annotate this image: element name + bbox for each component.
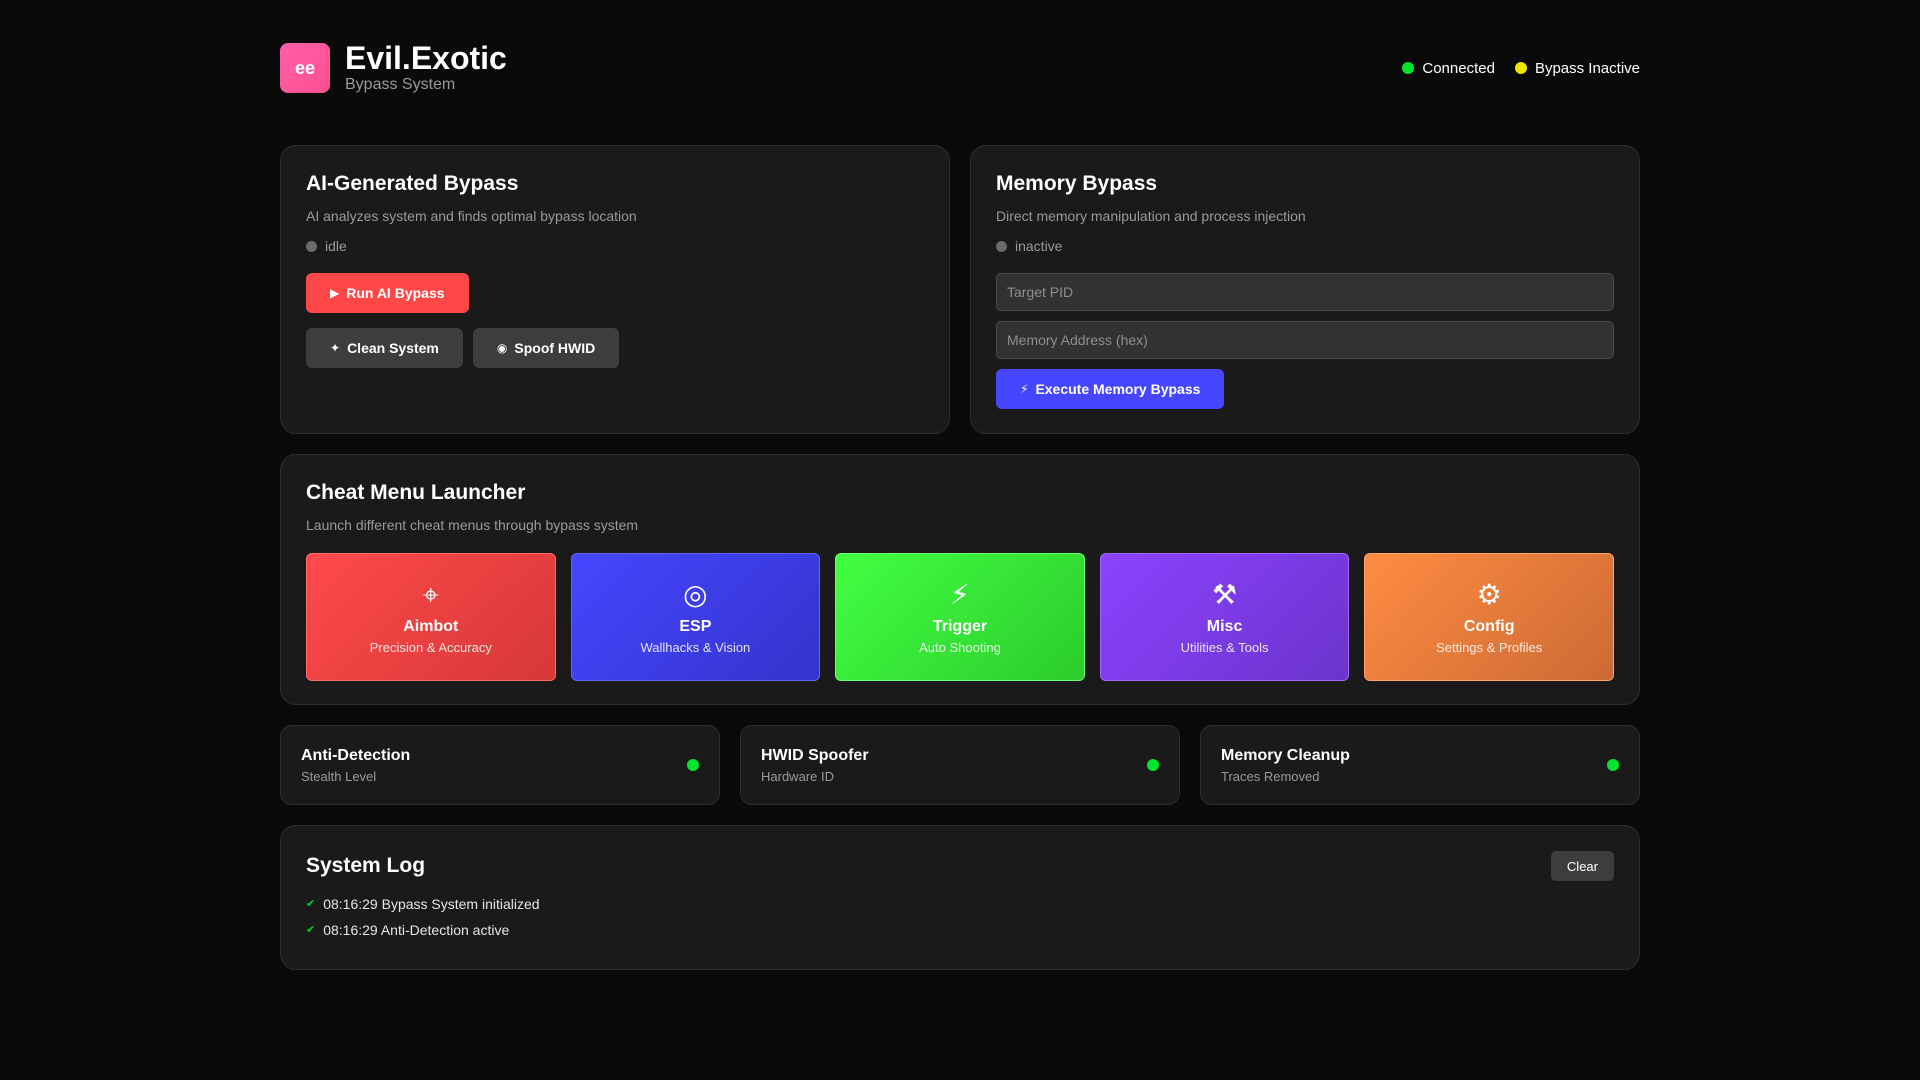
app-root: ee Evil.Exotic Bypass System Connected B… (0, 0, 1920, 1080)
memory-address-input[interactable] (996, 321, 1614, 359)
log-header: System Log Clear (306, 851, 1614, 881)
app-logo: ee (280, 43, 330, 93)
system-log-card: System Log Clear ✔ 08:16:29 Bypass Syste… (280, 825, 1640, 970)
tile-name: Trigger (932, 618, 988, 635)
feature-status-dot-icon (687, 759, 699, 771)
launcher-tiles: ⌖ Aimbot Precision & Accuracy ◎ ESP Wall… (306, 553, 1614, 681)
feature-title: Anti-Detection (301, 747, 411, 764)
spoof-hwid-button[interactable]: ◉ Spoof HWID (472, 328, 620, 368)
feature-subtitle: Hardware ID (761, 769, 834, 784)
log-entry: ✔ 08:16:29 Bypass System initialized (306, 891, 1614, 917)
status-bypass: Bypass Inactive (1514, 59, 1640, 77)
log-entry-text: 08:16:29 Anti-Detection active (323, 922, 510, 938)
feature-subtitle: Traces Removed (1221, 769, 1320, 784)
launch-misc-tile[interactable]: ⚒ Misc Utilities & Tools (1099, 553, 1350, 681)
card-title: AI-Generated Bypass (306, 172, 519, 195)
feature-status-dot-icon (1607, 759, 1619, 771)
feature-status-dot-icon (1147, 759, 1159, 771)
button-label: Execute Memory Bypass (1035, 381, 1201, 397)
tile-subtitle: Wallhacks & Vision (640, 640, 751, 655)
status-dot-icon (1514, 62, 1527, 74)
log-entries: ✔ 08:16:29 Bypass System initialized ✔ 0… (306, 891, 1614, 943)
memory-bypass-card: Memory Bypass Direct memory manipulation… (970, 145, 1640, 434)
fingerprint-icon: ◉ (496, 341, 508, 355)
tile-subtitle: Precision & Accuracy (369, 640, 492, 655)
state-dot-icon (996, 240, 1007, 252)
card-description: AI analyzes system and finds optimal byp… (306, 208, 637, 224)
anti-detection-status-card: Anti-Detection Stealth Level (280, 725, 720, 805)
launch-config-tile[interactable]: ⚙ Config Settings & Profiles (1364, 553, 1614, 681)
hwid-spoofer-status-card: HWID Spoofer Hardware ID (740, 725, 1180, 805)
feature-title: Memory Cleanup (1221, 747, 1350, 764)
card-title: System Log (306, 854, 426, 877)
launch-esp-tile[interactable]: ◎ ESP Wallhacks & Vision (570, 553, 821, 681)
ai-bypass-card: AI-Generated Bypass AI analyzes system a… (280, 145, 950, 434)
header: ee Evil.Exotic Bypass System Connected B… (280, 41, 1640, 95)
state-label: idle (325, 238, 347, 254)
wrench-icon: ⚒ (1212, 579, 1238, 610)
tile-name: Aimbot (403, 618, 459, 635)
tile-subtitle: Utilities & Tools (1180, 640, 1269, 655)
brand-text: Evil.Exotic Bypass System (345, 41, 507, 95)
cheat-menu-launcher-card: Cheat Menu Launcher Launch different che… (280, 454, 1640, 705)
clean-system-button[interactable]: ✦ Clean System (306, 328, 463, 368)
robot-icon: ▶ (330, 286, 340, 300)
tile-name: ESP (679, 618, 712, 635)
tile-name: Misc (1206, 618, 1243, 635)
status-label: Connected (1422, 59, 1495, 77)
memory-bypass-state: inactive (996, 238, 1614, 254)
primary-action-row: ▶ Run AI Bypass (306, 273, 924, 313)
button-label: Clean System (347, 340, 439, 356)
eye-icon: ◎ (683, 579, 708, 610)
tile-subtitle: Settings & Profiles (1436, 640, 1543, 655)
target-pid-input[interactable] (996, 273, 1614, 311)
launch-aimbot-tile[interactable]: ⌖ Aimbot Precision & Accuracy (306, 553, 556, 681)
ai-bypass-state: idle (306, 238, 924, 254)
card-description: Direct memory manipulation and process i… (996, 208, 1306, 224)
crosshair-icon: ⌖ (422, 579, 439, 610)
launch-trigger-tile[interactable]: ⚡ Trigger Auto Shooting (835, 553, 1085, 681)
button-label: Spoof HWID (514, 340, 596, 356)
status-dot-icon (1402, 62, 1415, 74)
card-description: Launch different cheat menus through byp… (306, 517, 639, 533)
feature-text: Anti-Detection Stealth Level (301, 746, 410, 784)
feature-text: HWID Spoofer Hardware ID (761, 746, 869, 784)
run-ai-bypass-button[interactable]: ▶ Run AI Bypass (306, 273, 469, 313)
tile-name: Config (1463, 618, 1515, 635)
broom-icon: ✦ (330, 341, 341, 355)
check-icon: ✔ (306, 898, 316, 910)
secondary-action-row: ✦ Clean System ◉ Spoof HWID (306, 328, 924, 368)
clear-log-button[interactable]: Clear (1550, 851, 1614, 881)
bolt-icon: ⚡ (1020, 382, 1029, 396)
card-title: Cheat Menu Launcher (306, 481, 526, 504)
card-title: Memory Bypass (996, 172, 1158, 195)
connection-status-group: Connected Bypass Inactive (1402, 60, 1640, 77)
feature-subtitle: Stealth Level (301, 769, 377, 784)
status-label: Bypass Inactive (1534, 59, 1640, 77)
feature-text: Memory Cleanup Traces Removed (1221, 746, 1350, 784)
check-icon: ✔ (306, 924, 316, 936)
log-entry-text: 08:16:29 Bypass System initialized (323, 896, 540, 912)
memory-cleanup-status-card: Memory Cleanup Traces Removed (1200, 725, 1640, 805)
tile-subtitle: Auto Shooting (919, 640, 1001, 655)
state-label: inactive (1015, 238, 1063, 254)
bolt-icon: ⚡ (950, 579, 970, 610)
state-dot-icon (306, 240, 317, 252)
status-connected: Connected (1402, 60, 1495, 77)
button-label: Run AI Bypass (346, 285, 445, 301)
brand: ee Evil.Exotic Bypass System (280, 41, 507, 95)
feature-title: HWID Spoofer (761, 747, 869, 764)
app-title: Evil.Exotic (345, 40, 507, 76)
app-subtitle: Bypass System (345, 76, 456, 93)
log-entry: ✔ 08:16:29 Anti-Detection active (306, 917, 1614, 943)
execute-memory-bypass-button[interactable]: ⚡ Execute Memory Bypass (996, 369, 1225, 409)
gear-icon: ⚙ (1476, 579, 1502, 610)
